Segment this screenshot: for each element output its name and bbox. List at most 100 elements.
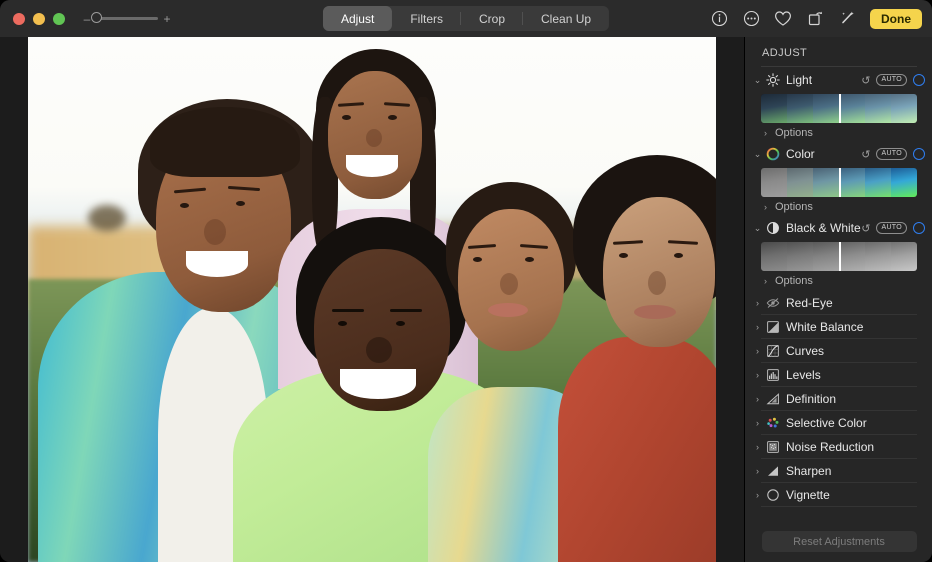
auto-badge[interactable]: AUTO	[876, 222, 907, 234]
zoom-slider-control[interactable]: – +	[83, 13, 171, 25]
filmstrip-thumbnail[interactable]	[813, 94, 839, 123]
filmstrip-thumbnail[interactable]	[787, 168, 813, 197]
filmstrip-thumbnail[interactable]	[891, 94, 917, 123]
close-window-button[interactable]	[13, 13, 25, 25]
photos-editor-window: – + Adjust Filters Crop Clean Up	[0, 0, 932, 562]
color-filmstrip[interactable]	[761, 168, 917, 197]
chevron-down-icon[interactable]: ⌄	[752, 149, 763, 160]
zoom-slider-knob[interactable]	[91, 12, 102, 23]
revert-icon[interactable]: ↺	[861, 74, 870, 87]
zoom-out-label[interactable]: –	[83, 13, 91, 25]
photo-tree	[88, 205, 126, 231]
chevron-right-icon[interactable]: ›	[752, 370, 763, 380]
adjustment-row-label: White Balance	[786, 320, 863, 334]
chevron-right-icon[interactable]: ›	[752, 394, 763, 404]
chevron-right-icon[interactable]: ›	[752, 442, 763, 452]
person-brow	[390, 309, 422, 312]
maximize-window-button[interactable]	[53, 13, 65, 25]
group-toggle[interactable]	[913, 222, 925, 234]
person-smile	[340, 369, 416, 399]
adjustment-row-curves[interactable]: › Curves	[745, 339, 932, 362]
filmstrip-thumbnail[interactable]	[865, 94, 891, 123]
adjustment-group-black-and-white[interactable]: ⌄ Black & White ↺ AUTO	[745, 217, 932, 239]
chevron-down-icon[interactable]: ⌄	[752, 75, 763, 86]
adjustment-row-label: Curves	[786, 344, 824, 358]
filmstrip-thumbnail[interactable]	[891, 242, 917, 271]
zoom-in-label[interactable]: +	[163, 13, 171, 25]
tab-adjust[interactable]: Adjust	[323, 6, 392, 31]
info-icon[interactable]	[710, 10, 728, 28]
chevron-right-icon[interactable]: ›	[752, 490, 763, 500]
adjustment-row-sharpen[interactable]: › Sharpen	[745, 459, 932, 482]
done-button[interactable]: Done	[870, 9, 922, 29]
zoom-slider-track[interactable]	[96, 17, 158, 20]
black-and-white-options-toggle[interactable]: › Options	[745, 271, 932, 291]
tab-clean-up[interactable]: Clean Up	[523, 6, 609, 31]
filmstrip-thumbnail[interactable]	[761, 94, 787, 123]
filmstrip-thumbnail[interactable]	[787, 94, 813, 123]
adjustment-row-definition[interactable]: › Definition	[745, 387, 932, 410]
revert-icon[interactable]: ↺	[861, 222, 870, 235]
adjustment-row-noise-reduction[interactable]: › Noise Reduction	[745, 435, 932, 458]
curves-icon	[765, 343, 780, 358]
minimize-window-button[interactable]	[33, 13, 45, 25]
revert-icon[interactable]: ↺	[861, 148, 870, 161]
rotate-icon[interactable]	[806, 10, 824, 28]
filmstrip-thumbnail[interactable]	[839, 94, 865, 123]
chevron-right-icon[interactable]: ›	[752, 418, 763, 428]
group-toggle[interactable]	[913, 148, 925, 160]
group-toggle[interactable]	[913, 74, 925, 86]
chevron-right-icon[interactable]: ›	[752, 322, 763, 332]
filmstrip-thumbnail[interactable]	[891, 168, 917, 197]
reset-adjustments-button[interactable]: Reset Adjustments	[762, 531, 917, 552]
filmstrip-thumbnail[interactable]	[761, 242, 787, 271]
filmstrip-playhead[interactable]	[839, 168, 841, 197]
color-wheel-icon	[765, 147, 780, 162]
light-options-toggle[interactable]: › Options	[745, 123, 932, 143]
person-hair-front	[150, 107, 300, 177]
adjustment-row-vignette[interactable]: › Vignette	[745, 483, 932, 506]
chevron-right-icon[interactable]: ›	[760, 128, 771, 138]
chevron-right-icon[interactable]: ›	[752, 346, 763, 356]
sidebar-title: ADJUST	[745, 37, 932, 66]
chevron-right-icon[interactable]: ›	[752, 466, 763, 476]
chevron-right-icon[interactable]: ›	[760, 276, 771, 286]
filmstrip-thumbnail[interactable]	[865, 242, 891, 271]
adjustment-group-label: Color	[786, 147, 815, 161]
filmstrip-thumbnail[interactable]	[761, 168, 787, 197]
filmstrip-thumbnail[interactable]	[787, 242, 813, 271]
auto-enhance-wand-icon[interactable]	[838, 10, 856, 28]
filmstrip-thumbnail[interactable]	[813, 168, 839, 197]
chevron-right-icon[interactable]: ›	[752, 298, 763, 308]
adjustment-row-red-eye[interactable]: › Red-Eye	[745, 291, 932, 314]
favorite-heart-icon[interactable]	[774, 10, 792, 28]
adjustment-row-levels[interactable]: › Levels	[745, 363, 932, 386]
chevron-down-icon[interactable]: ⌄	[752, 223, 763, 234]
filmstrip-thumbnail[interactable]	[865, 168, 891, 197]
person-nose	[500, 273, 518, 295]
more-options-icon[interactable]	[742, 10, 760, 28]
chevron-right-icon[interactable]: ›	[760, 202, 771, 212]
filmstrip-playhead[interactable]	[839, 94, 841, 123]
tab-filters[interactable]: Filters	[392, 6, 461, 31]
tab-adjust-label: Adjust	[341, 12, 374, 26]
edited-photo[interactable]	[28, 37, 716, 562]
black-and-white-filmstrip[interactable]	[761, 242, 917, 271]
adjustment-row-selective-color[interactable]: › Selective Color	[745, 411, 932, 434]
tab-crop-label: Crop	[479, 12, 505, 26]
filmstrip-thumbnail[interactable]	[839, 242, 865, 271]
auto-badge[interactable]: AUTO	[876, 74, 907, 86]
filmstrip-playhead[interactable]	[839, 242, 841, 271]
color-options-toggle[interactable]: › Options	[745, 197, 932, 217]
levels-icon	[765, 367, 780, 382]
adjustment-row-white-balance[interactable]: › White Balance	[745, 315, 932, 338]
adjustment-group-color[interactable]: ⌄ Color ↺ AUTO	[745, 143, 932, 165]
adjustment-group-label: Black & White	[786, 221, 861, 235]
tab-crop[interactable]: Crop	[461, 6, 523, 31]
adjustment-group-light[interactable]: ⌄ Light ↺ AUTO	[745, 69, 932, 91]
filmstrip-thumbnail[interactable]	[813, 242, 839, 271]
light-filmstrip[interactable]	[761, 94, 917, 123]
person-smile	[186, 251, 248, 277]
auto-badge[interactable]: AUTO	[876, 148, 907, 160]
filmstrip-thumbnail[interactable]	[839, 168, 865, 197]
